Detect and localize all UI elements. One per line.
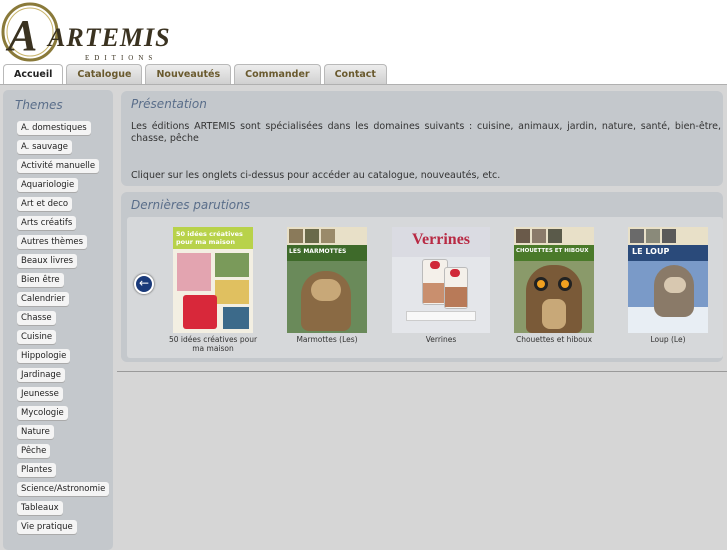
theme-item[interactable]: Jeunesse	[17, 387, 63, 401]
theme-item[interactable]: Arts créatifs	[17, 216, 77, 230]
tab-commander[interactable]: Commander	[234, 64, 321, 84]
book-cover-title: 50 idées créatives pour ma maison	[176, 230, 243, 246]
tab-divider	[0, 84, 727, 85]
theme-item[interactable]: Jardinage	[17, 368, 66, 382]
theme-item[interactable]: Tableaux	[17, 501, 63, 515]
book-cover[interactable]: Verrines	[392, 227, 490, 333]
content-divider	[117, 371, 727, 372]
theme-item[interactable]: Cuisine	[17, 330, 57, 344]
svg-text:ARTEMIS: ARTEMIS	[46, 23, 171, 52]
book-item[interactable]: LE LOUP Loup (Le)	[623, 227, 713, 344]
book-title: Loup (Le)	[650, 335, 686, 344]
book-title: Verrines	[425, 335, 457, 344]
presentation-panel: Présentation Les éditions ARTEMIS sont s…	[121, 91, 723, 186]
book-item[interactable]: Verrines Verrines	[392, 227, 490, 344]
book-cover[interactable]: LE LOUP	[628, 227, 708, 333]
presentation-instructions: Cliquer sur les onglets ci-dessus pour a…	[131, 170, 501, 181]
presentation-text: Les éditions ARTEMIS sont spécialisées d…	[131, 121, 721, 144]
themes-sidebar: Themes A. domestiques A. sauvage Activit…	[3, 90, 113, 550]
theme-item[interactable]: Aquariologie	[17, 178, 79, 192]
theme-item[interactable]: Chasse	[17, 311, 56, 325]
theme-item[interactable]: Hippologie	[17, 349, 71, 363]
book-title: 50 idées créatives pour ma maison	[168, 335, 258, 353]
latest-releases-panel: Dernières parutions ← 50 idées créatives…	[121, 192, 723, 362]
theme-item[interactable]: Pêche	[17, 444, 51, 458]
main-tabs: Accueil Catalogue Nouveautés Commander C…	[3, 64, 390, 85]
latest-releases-title: Dernières parutions	[131, 198, 251, 212]
book-cover[interactable]: 50 idées créatives pour ma maison	[173, 227, 253, 333]
tab-nouveautes[interactable]: Nouveautés	[145, 64, 232, 84]
book-cover-title: LE LOUP	[632, 247, 670, 256]
theme-item[interactable]: Activité manuelle	[17, 159, 100, 173]
book-cover[interactable]: LES MARMOTTES	[287, 227, 367, 333]
theme-item[interactable]: Beaux livres	[17, 254, 78, 268]
presentation-title: Présentation	[131, 97, 207, 111]
book-cover[interactable]: CHOUETTES ET HIBOUX	[514, 227, 594, 333]
svg-text:EDITIONS: EDITIONS	[85, 54, 157, 62]
theme-item[interactable]: Science/Astronomie	[17, 482, 110, 496]
svg-text:A: A	[5, 11, 37, 60]
theme-item[interactable]: A. sauvage	[17, 140, 72, 154]
theme-item[interactable]: Art et deco	[17, 197, 73, 211]
tab-contact[interactable]: Contact	[323, 64, 387, 84]
book-item[interactable]: 50 idées créatives pour ma maison 50 idé…	[168, 227, 258, 353]
arrow-left-icon[interactable]: ←	[134, 274, 154, 294]
artemis-logo[interactable]: A ARTEMIS EDITIONS	[0, 0, 180, 64]
book-title: Marmottes (Les)	[296, 335, 358, 344]
book-cover-title: CHOUETTES ET HIBOUX	[516, 248, 589, 254]
book-cover-title: Verrines	[411, 231, 471, 248]
theme-item[interactable]: Plantes	[17, 463, 57, 477]
book-item[interactable]: CHOUETTES ET HIBOUX Chouettes et hiboux	[509, 227, 599, 344]
book-cover-title: LES MARMOTTES	[289, 248, 347, 255]
theme-item[interactable]: Bien être	[17, 273, 64, 287]
theme-item[interactable]: Mycologie	[17, 406, 68, 420]
theme-item[interactable]: Calendrier	[17, 292, 70, 306]
book-carousel: ← 50 idées créatives pour ma maison 50 i…	[127, 217, 723, 358]
theme-item[interactable]: A. domestiques	[17, 121, 91, 135]
tab-accueil[interactable]: Accueil	[3, 64, 64, 85]
sidebar-title: Themes	[15, 98, 63, 112]
tab-catalogue[interactable]: Catalogue	[66, 64, 143, 84]
theme-item[interactable]: Vie pratique	[17, 520, 77, 534]
theme-item[interactable]: Autres thèmes	[17, 235, 88, 249]
book-item[interactable]: LES MARMOTTES Marmottes (Les)	[282, 227, 372, 344]
book-title: Chouettes et hiboux	[515, 335, 593, 344]
theme-item[interactable]: Nature	[17, 425, 54, 439]
